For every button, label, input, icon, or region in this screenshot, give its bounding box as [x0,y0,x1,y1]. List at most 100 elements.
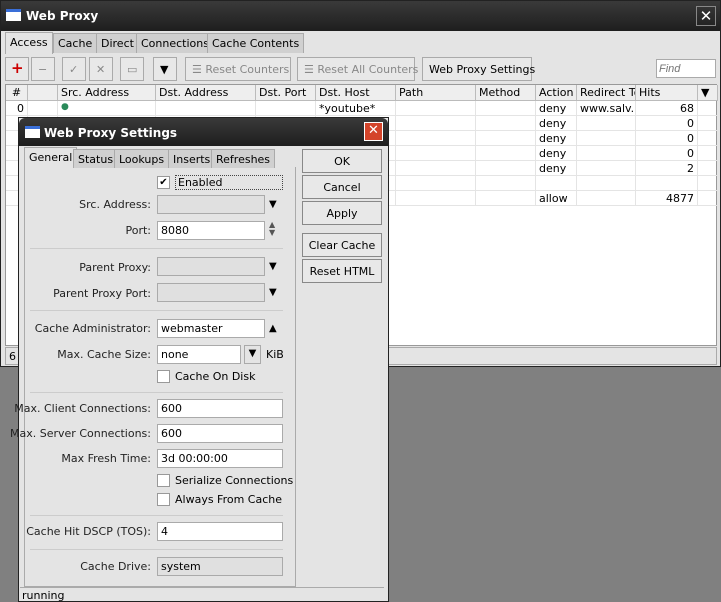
serialize-connections-checkbox[interactable] [157,474,170,487]
kib-unit: KiB [266,348,284,361]
column-header[interactable]: Dst. Address [156,85,256,101]
apply-button[interactable]: Apply [302,201,382,225]
always-from-cache-checkbox[interactable] [157,493,170,506]
column-header[interactable]: Redirect To [577,85,636,101]
tab-status[interactable]: Status [73,149,119,168]
dialog-title-bar: Web Proxy Settings ✕ [19,118,388,146]
column-header[interactable]: Src. Address [58,85,156,101]
cache-hit-dscp-label: Cache Hit DSCP (TOS): [26,525,151,538]
table-cell: allow [536,191,577,206]
column-menu-icon[interactable]: ▼ [698,85,718,101]
table-cell [577,146,636,161]
column-header[interactable]: # [6,85,28,101]
dropdown-icon[interactable]: ▼ [269,287,277,298]
max-cache-size-label: Max. Cache Size: [57,348,151,361]
enable-icon[interactable]: ✓ [62,57,86,81]
max-client-connections-label: Max. Client Connections: [14,402,151,415]
comment-icon[interactable]: ▭ [120,57,144,81]
column-header[interactable]: Path [396,85,476,101]
table-cell: 68 [636,101,698,116]
table-cell [396,131,476,146]
cache-admin-field[interactable]: webmaster [157,319,265,338]
table-cell: 0 [636,116,698,131]
ok-button[interactable]: OK [302,149,382,173]
serialize-connections-label: Serialize Connections [175,474,294,487]
cache-drive-label: Cache Drive: [80,560,151,573]
title-bar: Web Proxy ✕ [1,1,720,31]
remove-icon[interactable]: − [31,57,55,81]
tab-refreshes[interactable]: Refreshes [211,149,276,168]
table-cell [577,191,636,206]
table-cell: deny [536,161,577,176]
close-icon[interactable]: ✕ [696,6,716,26]
table-cell: ● [58,101,156,116]
cache-admin-label: Cache Administrator: [34,322,151,335]
window-icon [6,9,21,21]
tab-direct[interactable]: Direct [96,33,139,53]
tab-inserts[interactable]: Inserts [168,149,216,168]
reset-html-button[interactable]: Reset HTML [302,259,382,283]
parent-proxy-port-field[interactable] [157,283,265,302]
dropdown-icon[interactable]: ▼ [244,345,261,364]
max-server-connections-field[interactable]: 600 [157,424,283,443]
column-header[interactable]: Dst. Host [316,85,396,101]
table-cell [476,176,536,191]
dropdown-icon[interactable]: ▼ [269,261,277,272]
max-server-connections-label: Max. Server Connections: [10,427,151,440]
tab-access[interactable]: Access [5,32,53,54]
disable-icon[interactable]: ✕ [89,57,113,81]
tab-general[interactable]: General [24,147,78,168]
table-cell [577,116,636,131]
table-row[interactable]: 0 ● *youtube* deny www.salv... 68 [6,101,718,116]
cache-on-disk-checkbox[interactable] [157,370,170,383]
cancel-button[interactable]: Cancel [302,175,382,199]
table-cell: deny [536,101,577,116]
parent-proxy-port-label: Parent Proxy Port: [53,287,151,300]
column-header[interactable]: Dst. Port [256,85,316,101]
reset-all-counters-button[interactable]: ☰ Reset All Counters [297,57,418,81]
column-header[interactable] [28,85,58,101]
tab-cache-contents[interactable]: Cache Contents [207,33,305,53]
table-cell [476,131,536,146]
table-cell: *youtube* [316,101,396,116]
tab-cache[interactable]: Cache [53,33,98,53]
max-fresh-time-field[interactable]: 3d 00:00:00 [157,449,283,468]
spinner-icon[interactable]: ▲ ▼ [269,221,275,237]
dialog-title: Web Proxy Settings [44,126,178,140]
table-cell [156,101,256,116]
clear-cache-button[interactable]: Clear Cache [302,233,382,257]
table-cell [28,101,58,116]
table-cell: 0 [636,146,698,161]
close-icon[interactable]: ✕ [364,122,383,141]
table-cell: deny [536,131,577,146]
enabled-label: Enabled [175,175,283,190]
divider [30,515,283,516]
max-client-connections-field[interactable]: 600 [157,399,283,418]
port-field[interactable]: 8080 [157,221,265,240]
table-cell [476,146,536,161]
dropdown-icon[interactable]: ▼ [269,199,277,210]
find-input[interactable] [656,59,716,78]
table-cell: 0 [6,101,28,116]
src-address-field[interactable] [157,195,265,214]
tab-lookups[interactable]: Lookups [114,149,170,168]
port-label: Port: [125,224,151,237]
divider [30,549,283,550]
column-header[interactable]: Action [536,85,577,101]
filter-icon[interactable]: ▼ [153,57,177,81]
table-cell [396,116,476,131]
cache-hit-dscp-field[interactable]: 4 [157,522,283,541]
cache-on-disk-label: Cache On Disk [175,370,256,383]
table-cell [577,176,636,191]
column-header[interactable]: Hits [636,85,698,101]
collapse-icon[interactable]: ▲ [269,323,277,334]
tab-connections[interactable]: Connections [136,33,214,53]
table-cell: deny [536,116,577,131]
parent-proxy-field[interactable] [157,257,265,276]
column-header[interactable]: Method [476,85,536,101]
reset-counters-button[interactable]: ☰ Reset Counters [185,57,291,81]
web-proxy-settings-button[interactable]: Web Proxy Settings [422,57,535,81]
enabled-checkbox[interactable]: ✔ [157,176,170,189]
max-cache-size-field[interactable]: none [157,345,241,364]
add-icon[interactable]: + [5,57,29,81]
